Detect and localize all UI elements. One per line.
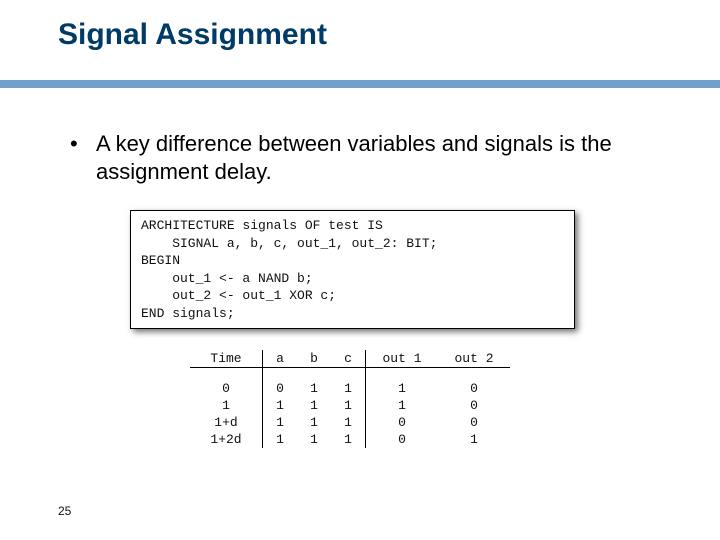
page-number: 25	[58, 504, 71, 518]
code-line: out_1 <- a NAND b;	[141, 271, 313, 286]
table-cell: 1	[263, 431, 298, 448]
code-block: ARCHITECTURE signals OF test IS SIGNAL a…	[130, 210, 575, 329]
table-cell: 0	[190, 380, 263, 397]
bullet-item: • A key difference between variables and…	[70, 130, 660, 185]
code-line: SIGNAL a, b, c, out_1, out_2: BIT;	[141, 236, 437, 251]
slide: Signal Assignment • A key difference bet…	[0, 0, 720, 540]
table-cell: 1	[366, 397, 439, 414]
table-divider	[190, 368, 510, 381]
table-cell: 1	[331, 380, 366, 397]
bullet-dot-icon: •	[70, 130, 96, 158]
table-cell: 1	[190, 397, 263, 414]
table-cell: 0	[438, 397, 510, 414]
table-header: out 1	[366, 350, 439, 368]
table-row: 1+2d 1 1 1 0 1	[190, 431, 510, 448]
timing-table: Time a b c out 1 out 2 0 0 1 1 1 0 1 1	[190, 350, 510, 448]
table-cell: 1	[331, 397, 366, 414]
code-line: BEGIN	[141, 253, 180, 268]
code-block-content: ARCHITECTURE signals OF test IS SIGNAL a…	[130, 210, 575, 329]
table-header: Time	[190, 350, 263, 368]
table-cell: 0	[438, 414, 510, 431]
horizontal-rule	[0, 80, 720, 88]
slide-title: Signal Assignment	[58, 18, 327, 52]
table-cell: 1	[438, 431, 510, 448]
table-cell: 1	[366, 380, 439, 397]
table-cell: 1	[263, 397, 298, 414]
slide-body: • A key difference between variables and…	[70, 130, 660, 185]
table-header: b	[297, 350, 331, 368]
table-cell: 1	[297, 431, 331, 448]
table-cell: 0	[366, 431, 439, 448]
table-cell: 1+2d	[190, 431, 263, 448]
table-header: a	[263, 350, 298, 368]
table-cell: 1	[331, 431, 366, 448]
table-header: c	[331, 350, 366, 368]
code-line: END signals;	[141, 306, 235, 321]
table-cell: 0	[438, 380, 510, 397]
table-cell: 0	[263, 380, 298, 397]
table-cell: 1	[263, 414, 298, 431]
table-cell: 1	[297, 414, 331, 431]
code-line: out_2 <- out_1 XOR c;	[141, 288, 336, 303]
table-cell: 1+d	[190, 414, 263, 431]
table-cell: 1	[297, 380, 331, 397]
table-row: 1+d 1 1 1 0 0	[190, 414, 510, 431]
bullet-text: A key difference between variables and s…	[96, 130, 660, 185]
table-row: 1 1 1 1 1 0	[190, 397, 510, 414]
table-cell: 1	[297, 397, 331, 414]
table-header: out 2	[438, 350, 510, 368]
table-cell: 1	[331, 414, 366, 431]
table-row: 0 0 1 1 1 0	[190, 380, 510, 397]
table-header-row: Time a b c out 1 out 2	[190, 350, 510, 368]
table-cell: 0	[366, 414, 439, 431]
code-line: ARCHITECTURE signals OF test IS	[141, 218, 383, 233]
